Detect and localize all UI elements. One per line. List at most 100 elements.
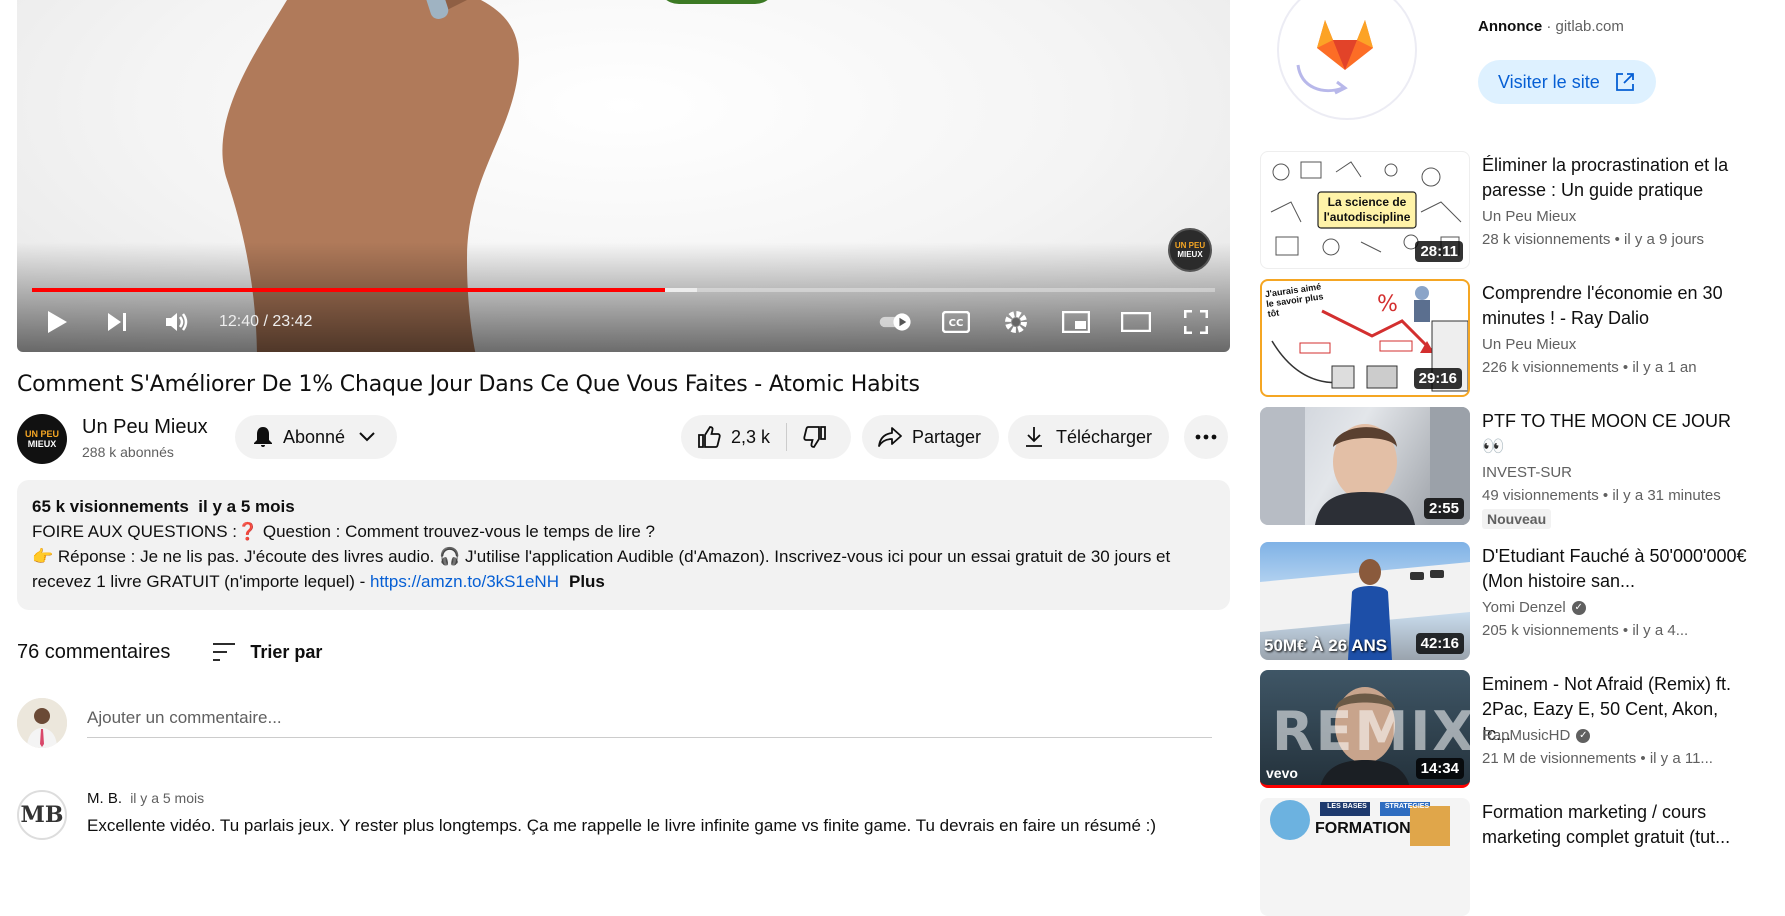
chevron-down-icon — [359, 432, 375, 442]
video-thumbnail[interactable]: REMIX vevo 14:34 — [1260, 670, 1470, 788]
rec-views: 28 k visionnements — [1482, 231, 1611, 248]
visit-site-button[interactable]: Visiter le site — [1478, 60, 1656, 104]
rec-channel[interactable]: Yomi Denzel ✓ — [1482, 599, 1586, 616]
description-line: FOIRE AUX QUESTIONS :❓ Question : Commen… — [32, 522, 655, 541]
rec-channel-name[interactable]: RapMusicHD — [1482, 727, 1570, 744]
user-avatar-image — [17, 698, 67, 748]
video-thumbnail[interactable]: 50M€ À 26 ANS 42:16 — [1260, 542, 1470, 660]
video-thumbnail[interactable]: % J'aurais aimé le savoir plus tôt 29:16 — [1260, 279, 1470, 397]
fullscreen-button[interactable] — [1178, 304, 1214, 340]
recommended-video[interactable]: % J'aurais aimé le savoir plus tôt 29:16… — [1260, 279, 1760, 397]
thumbnail-caption: 50M€ À 26 ANS — [1264, 636, 1388, 655]
rec-age: il y a 1 an — [1632, 359, 1697, 376]
skip-next-icon — [108, 313, 126, 331]
video-title-link[interactable]: D'Etudiant Fauché à 50'000'000€ (Mon his… — [1482, 544, 1752, 594]
autoplay-icon — [879, 313, 911, 331]
video-thumbnail[interactable]: La science de l'autodiscipline 28:11 — [1260, 151, 1470, 269]
description-link[interactable]: https://amzn.to/3kS1eNH — [370, 572, 559, 591]
channel-avatar[interactable]: UN PEU MIEUX — [17, 414, 67, 464]
thumbnail-tag: LES BASES — [1327, 803, 1367, 810]
volume-button[interactable] — [159, 304, 195, 340]
comment-item: MB M. B. il y a 5 mois Excellente vidéo.… — [17, 788, 1230, 840]
progress-bar[interactable] — [32, 288, 1215, 292]
dislike-button[interactable] — [787, 415, 827, 459]
comment-author-avatar[interactable]: MB — [17, 790, 67, 840]
rec-age: il y a 11... — [1649, 750, 1713, 767]
video-player[interactable]: UN PEU MIEUX 12:40 / 23:42 CC — [17, 0, 1230, 352]
more-actions-button[interactable] — [1184, 415, 1228, 459]
recommended-video[interactable]: 50M€ À 26 ANS 42:16 D'Etudiant Fauché à … — [1260, 542, 1760, 660]
comment-time[interactable]: il y a 5 mois — [130, 790, 204, 806]
rec-age: il y a 9 jours — [1624, 231, 1705, 248]
theater-mode-button[interactable] — [1118, 304, 1154, 340]
rec-channel-name[interactable]: INVEST-SUR — [1482, 464, 1572, 481]
recommended-video[interactable]: LES BASES STRATEGIES FORMATION Formation… — [1260, 798, 1760, 916]
description-text: recevez 1 livre GRATUIT (n'importe leque… — [32, 572, 370, 591]
download-button[interactable]: Télécharger — [1008, 415, 1169, 459]
rec-channel[interactable]: RapMusicHD ✓ — [1482, 727, 1591, 744]
next-button[interactable] — [99, 304, 135, 340]
player-controls: 12:40 / 23:42 CC — [17, 303, 1230, 341]
thumbs-up-icon — [698, 426, 721, 448]
thumbnail-caption: FORMATION — [1315, 820, 1411, 837]
rec-channel-name[interactable]: Un Peu Mieux — [1482, 208, 1576, 225]
sort-comments-button[interactable]: Trier par — [212, 642, 322, 663]
view-count: 65 k visionnements — [32, 497, 189, 516]
video-duration: 42:16 — [1415, 633, 1464, 654]
description-box[interactable]: 65 k visionnements il y a 5 mois FOIRE A… — [17, 480, 1230, 610]
video-title-link[interactable]: Comprendre l'économie en 30 minutes ! - … — [1482, 281, 1752, 331]
sort-label: Trier par — [250, 641, 323, 662]
comment-header: M. B. il y a 5 mois — [87, 790, 204, 807]
new-badge: Nouveau — [1482, 509, 1552, 529]
subscribed-button[interactable]: Abonné — [235, 415, 397, 459]
recommended-video[interactable]: 2:55 PTF TO THE MOON CE JOUR 👀 INVEST-SU… — [1260, 407, 1760, 529]
svg-text:CC: CC — [949, 318, 964, 329]
recommended-video[interactable]: La science de l'autodiscipline 28:11 Éli… — [1260, 151, 1760, 269]
rec-meta: 21 M de visionnements • il y a 11... — [1482, 750, 1713, 767]
player-controls-right: CC — [878, 304, 1214, 340]
ad-source: Annonce · gitlab.com — [1478, 18, 1624, 35]
settings-button[interactable] — [998, 304, 1034, 340]
subtitles-button[interactable]: CC — [938, 304, 974, 340]
share-button[interactable]: Partager — [862, 415, 999, 459]
miniplayer-button[interactable] — [1058, 304, 1094, 340]
like-dislike-group: 2,3 k — [681, 415, 851, 459]
time-current: 12:40 — [219, 313, 260, 330]
video-frame-drawing — [657, 0, 777, 4]
gear-icon — [1005, 311, 1027, 333]
rec-meta: 226 k visionnements • il y a 1 an — [1482, 359, 1697, 376]
miniplayer-icon — [1062, 311, 1090, 333]
comment-text: Excellente vidéo. Tu parlais jeux. Y res… — [87, 816, 1157, 835]
video-thumbnail[interactable]: LES BASES STRATEGIES FORMATION — [1260, 798, 1470, 916]
comments-count: 76 commentaires — [17, 640, 171, 663]
show-more-button[interactable]: Plus — [569, 572, 605, 591]
video-duration: 28:11 — [1415, 241, 1463, 262]
rec-channel-name[interactable]: Yomi Denzel — [1482, 599, 1566, 616]
autoplay-toggle[interactable] — [878, 304, 914, 340]
channel-avatar-text: MIEUX — [27, 439, 57, 449]
time-display: 12:40 / 23:42 — [219, 313, 312, 331]
channel-watermark[interactable]: UN PEU MIEUX — [1168, 228, 1212, 272]
upload-date: il y a 5 mois — [198, 497, 295, 516]
channel-name[interactable]: Un Peu Mieux — [82, 416, 208, 439]
play-button[interactable] — [39, 304, 75, 340]
video-title-link[interactable]: PTF TO THE MOON CE JOUR 👀 — [1482, 409, 1752, 459]
video-duration: 29:16 — [1413, 368, 1462, 389]
share-icon — [878, 427, 902, 447]
rec-channel-name[interactable]: Un Peu Mieux — [1482, 336, 1576, 353]
rec-channel[interactable]: Un Peu Mieux — [1482, 336, 1576, 353]
thumbnail-caption: REMIX — [1272, 700, 1470, 763]
rec-channel[interactable]: Un Peu Mieux — [1482, 208, 1576, 225]
rec-channel[interactable]: INVEST-SUR — [1482, 464, 1572, 481]
video-thumbnail[interactable]: 2:55 — [1260, 407, 1470, 525]
like-button[interactable]: 2,3 k — [681, 415, 770, 459]
video-title-link[interactable]: Éliminer la procrastination et la paress… — [1482, 153, 1752, 203]
ad-thumbnail[interactable] — [1253, 0, 1423, 128]
verified-icon: ✓ — [1576, 728, 1591, 743]
recommended-video[interactable]: REMIX vevo 14:34 Eminem - Not Afraid (Re… — [1260, 670, 1760, 788]
user-avatar[interactable] — [17, 698, 67, 748]
video-title-link[interactable]: Formation marketing / cours marketing co… — [1482, 800, 1752, 850]
description-meta: 65 k visionnements il y a 5 mois — [32, 494, 1215, 519]
comment-input[interactable] — [87, 704, 1212, 738]
comment-author[interactable]: M. B. — [87, 790, 122, 807]
